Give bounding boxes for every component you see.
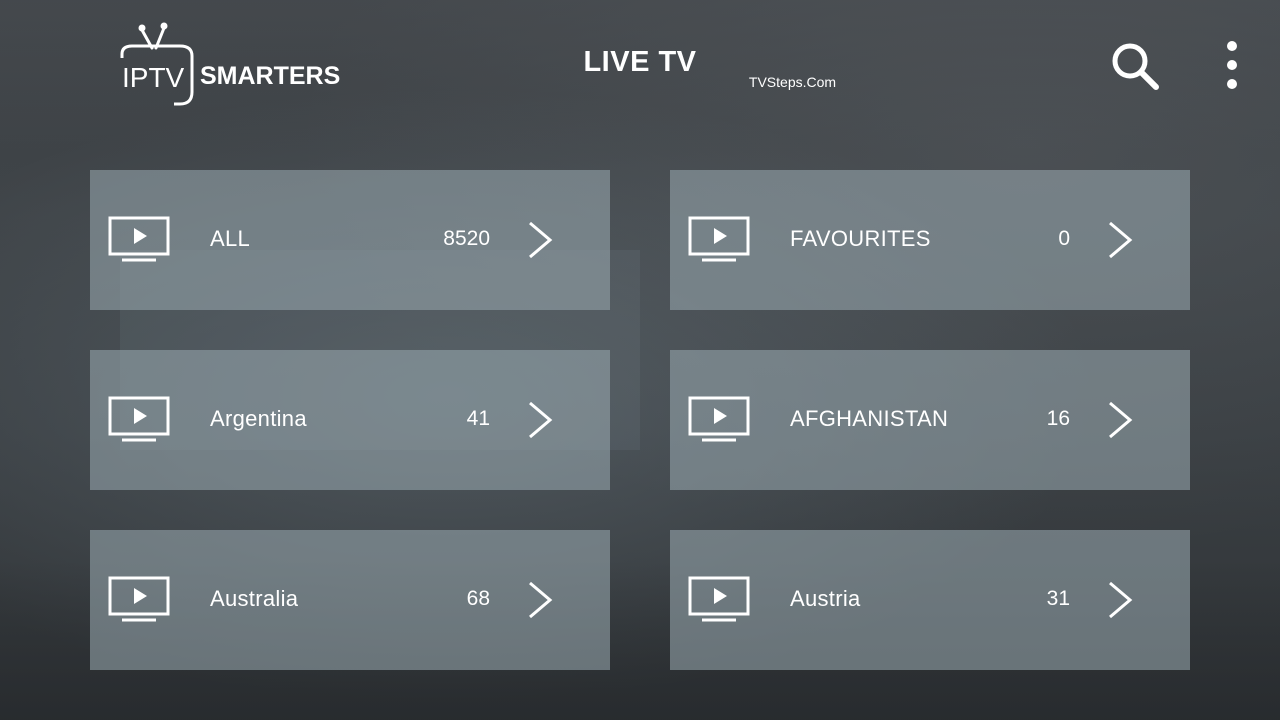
logo-graphic: IPTV SMARTERS bbox=[120, 22, 340, 106]
chevron-right-icon bbox=[529, 581, 553, 619]
tv-play-icon bbox=[108, 396, 170, 442]
tv-play-icon bbox=[688, 576, 750, 622]
category-count: 16 bbox=[1046, 407, 1070, 430]
category-tile-favourites[interactable]: FAVOURITES 0 bbox=[670, 170, 1190, 310]
category-label: Austria bbox=[790, 586, 861, 611]
category-count: 31 bbox=[1046, 587, 1070, 610]
category-tile-afghanistan[interactable]: AFGHANISTAN 16 bbox=[670, 350, 1190, 490]
chevron-right-icon bbox=[529, 401, 553, 439]
watermark-text: TVSteps.Com bbox=[748, 74, 837, 90]
app-logo: IPTV SMARTERS bbox=[118, 22, 358, 114]
category-tile-austria[interactable]: Austria 31 bbox=[670, 530, 1190, 670]
overflow-menu-button[interactable] bbox=[1218, 40, 1246, 92]
category-count: 0 bbox=[1058, 227, 1070, 250]
chevron-right-icon bbox=[1109, 401, 1133, 439]
more-vertical-icon bbox=[1227, 41, 1237, 89]
category-count: 68 bbox=[466, 587, 490, 610]
tv-play-icon bbox=[108, 576, 170, 622]
chevron-right-icon bbox=[1109, 581, 1133, 619]
category-count: 41 bbox=[466, 407, 490, 430]
category-label: Australia bbox=[210, 586, 299, 611]
search-button[interactable] bbox=[1108, 40, 1162, 92]
tv-play-icon bbox=[688, 216, 750, 262]
page-title: LIVE TV bbox=[583, 46, 697, 78]
category-label: ALL bbox=[210, 226, 251, 251]
chevron-right-icon bbox=[529, 221, 553, 259]
category-tile-australia[interactable]: Australia 68 bbox=[90, 530, 610, 670]
category-tile-all[interactable]: ALL 8520 bbox=[90, 170, 610, 310]
category-grid: ALL 8520 FAVOURITES 0 Argentina 41 AFGHA… bbox=[90, 170, 1190, 670]
chevron-right-icon bbox=[1109, 221, 1133, 259]
category-tile-argentina[interactable]: Argentina 41 bbox=[90, 350, 610, 490]
logo-text-smarters: SMARTERS bbox=[200, 62, 340, 90]
tv-play-icon bbox=[108, 216, 170, 262]
logo-text-iptv: IPTV bbox=[122, 62, 185, 93]
category-count: 8520 bbox=[443, 227, 490, 250]
category-label: Argentina bbox=[210, 406, 307, 431]
category-label: FAVOURITES bbox=[790, 226, 931, 251]
category-label: AFGHANISTAN bbox=[790, 406, 949, 431]
search-icon bbox=[1112, 43, 1159, 90]
tv-play-icon bbox=[688, 396, 750, 442]
